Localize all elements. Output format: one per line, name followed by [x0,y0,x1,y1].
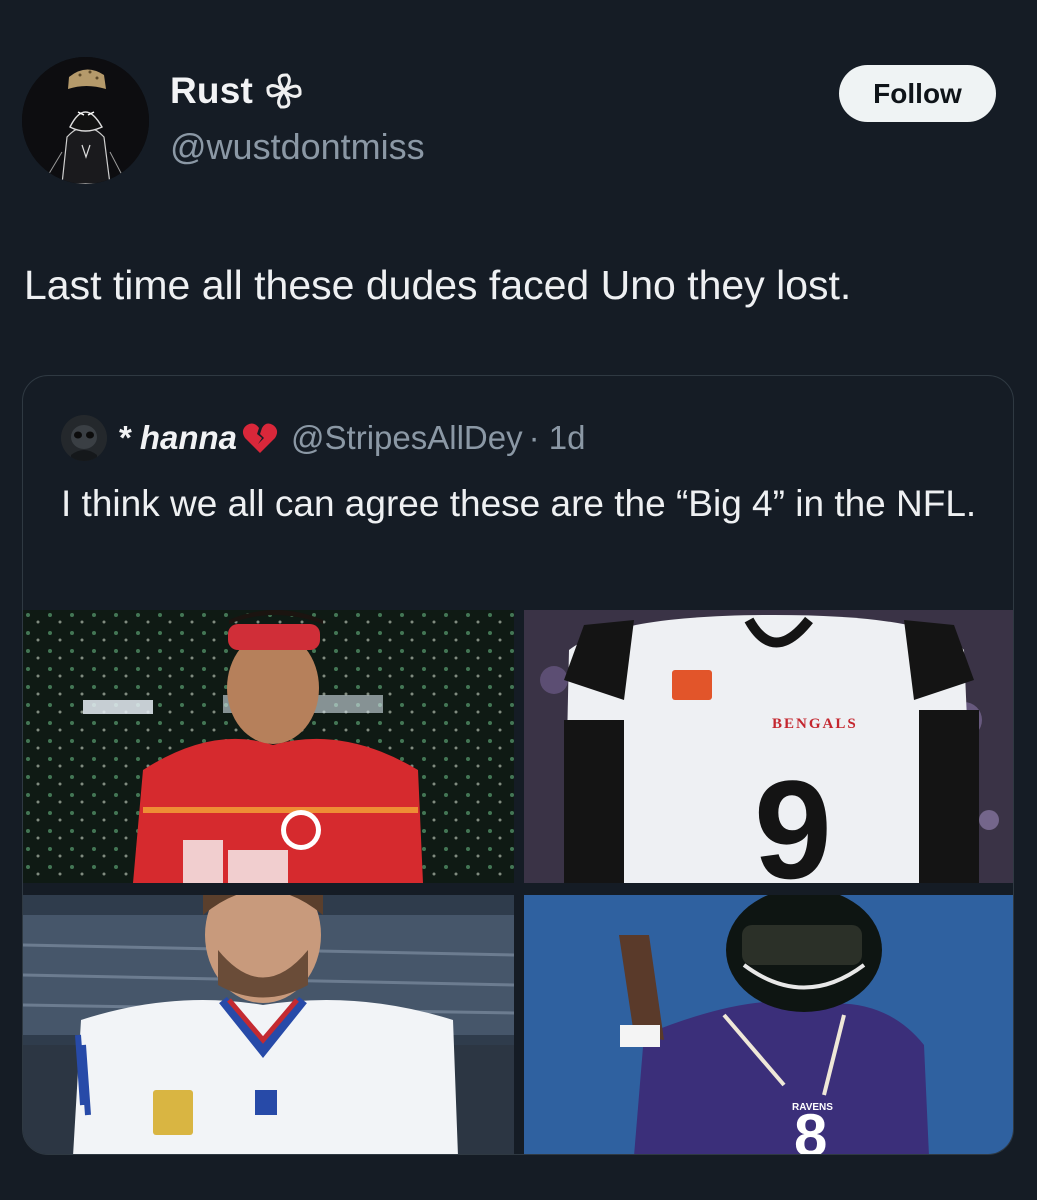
quoted-photo-2[interactable]: BENGALS 9 [524,610,1013,883]
quoted-photo-1[interactable] [23,610,514,883]
quoted-photo-4[interactable]: RAVENS 8 [524,895,1013,1155]
svg-text:9: 9 [754,751,832,883]
quoted-tweet[interactable]: * hanna @StripesAllDey · 1d I think we al… [22,375,1014,1155]
quoted-name-text: hanna [139,419,238,456]
quoted-timestamp[interactable]: · 1d [529,419,586,457]
pinwheel-icon [266,73,302,109]
svg-text:8: 8 [794,1102,827,1155]
quoted-name-star: * [119,419,132,456]
tweet-text: Last time all these dudes faced Uno they… [24,262,852,308]
quoted-author-handle[interactable]: @StripesAllDey [291,419,523,457]
author-name[interactable]: Rust [170,70,253,112]
author-handle[interactable]: @wustdontmiss [170,126,425,168]
quoted-media-grid: BENGALS 9 RAVENS 8 [23,610,1013,1155]
quoted-author-name[interactable]: * hanna [119,419,237,457]
author-avatar[interactable] [22,57,149,184]
quoted-tweet-text: I think we all can agree these are the “… [61,483,977,524]
quoted-photo-3[interactable] [23,895,514,1154]
quoted-tweet-header: * hanna @StripesAllDey · 1d [61,415,586,461]
quoted-author-avatar[interactable] [61,415,107,461]
broken-heart-icon [242,423,278,453]
svg-text:BENGALS: BENGALS [772,716,858,732]
follow-button[interactable]: Follow [839,65,996,122]
